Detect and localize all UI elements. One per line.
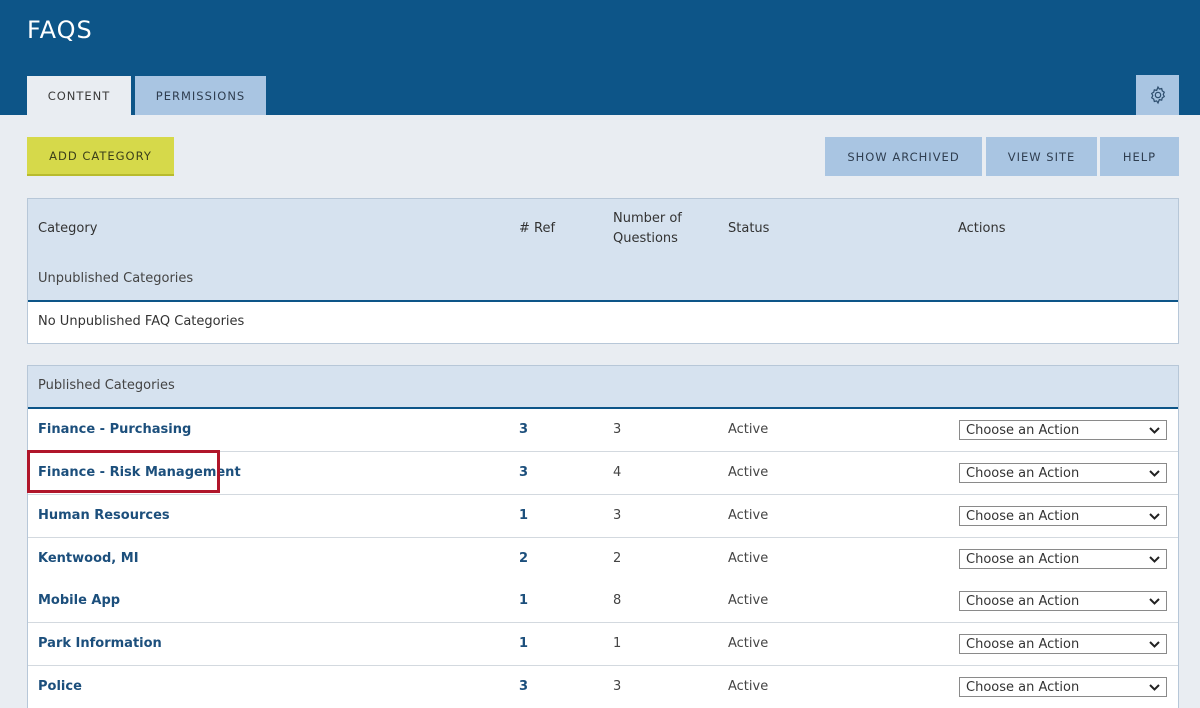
chevron-down-icon [1149, 641, 1160, 648]
chevron-down-icon [1149, 427, 1160, 434]
action-select[interactable]: Choose an Action [959, 677, 1167, 697]
action-select[interactable]: Choose an Action [959, 420, 1167, 440]
tab-permissions[interactable]: PERMISSIONS [135, 76, 266, 115]
chevron-down-icon [1149, 556, 1160, 563]
tab-content[interactable]: CONTENT [27, 76, 131, 115]
status-text: Active [728, 679, 769, 694]
table-row: Kentwood, MI 2 2 Active Choose an Action [28, 538, 1178, 581]
chevron-down-icon [1149, 598, 1160, 605]
ref-link[interactable]: 1 [519, 592, 528, 610]
status-text: Active [728, 422, 769, 437]
app-header: FAQS CONTENT PERMISSIONS [0, 0, 1200, 115]
category-link[interactable]: Park Information [38, 635, 162, 653]
published-section-header: Published Categories [28, 366, 1178, 409]
page-title: FAQS [27, 16, 93, 44]
category-link[interactable]: Finance - Purchasing [38, 421, 191, 439]
ref-link[interactable]: 1 [519, 635, 528, 653]
highlight-box [27, 450, 220, 493]
question-count: 3 [613, 508, 622, 523]
table-row: Police 3 3 Active Choose an Action [28, 666, 1178, 708]
question-count: 3 [613, 422, 622, 437]
unpublished-section-label: Unpublished Categories [38, 271, 194, 286]
question-count: 2 [613, 551, 622, 566]
ref-link[interactable]: 3 [519, 421, 528, 439]
question-count: 4 [613, 465, 622, 480]
status-text: Active [728, 636, 769, 651]
table-row: Finance - Purchasing 3 3 Active Choose a… [28, 409, 1178, 452]
chevron-down-icon [1149, 470, 1160, 477]
action-select[interactable]: Choose an Action [959, 506, 1167, 526]
status-text: Active [728, 593, 769, 608]
unpublished-panel: Category # Ref Number of Questions Statu… [27, 198, 1179, 344]
column-actions: Actions [958, 221, 1006, 236]
category-link[interactable]: Mobile App [38, 592, 120, 610]
ref-link[interactable]: 3 [519, 464, 528, 482]
column-number-of-questions: Number of Questions [613, 211, 682, 246]
action-select[interactable]: Choose an Action [959, 549, 1167, 569]
published-panel: Published Categories Finance - Purchasin… [27, 365, 1179, 708]
ref-link[interactable]: 1 [519, 507, 528, 525]
question-count: 3 [613, 679, 622, 694]
help-button[interactable]: HELP [1100, 137, 1179, 176]
action-select[interactable]: Choose an Action [959, 591, 1167, 611]
ref-link[interactable]: 3 [519, 678, 528, 696]
empty-message: No Unpublished FAQ Categories [38, 314, 245, 329]
gear-icon [1150, 85, 1165, 105]
table-row: Mobile App 1 8 Active Choose an Action [28, 580, 1178, 623]
category-link[interactable]: Police [38, 678, 82, 696]
question-count: 1 [613, 636, 622, 651]
category-link[interactable]: Kentwood, MI [38, 550, 139, 568]
chevron-down-icon [1149, 684, 1160, 691]
settings-button[interactable] [1136, 75, 1179, 115]
chevron-down-icon [1149, 513, 1160, 520]
add-category-button[interactable]: ADD CATEGORY [27, 137, 174, 176]
status-text: Active [728, 465, 769, 480]
column-status: Status [728, 221, 770, 236]
column-category: Category [38, 221, 98, 236]
table-row: Human Resources 1 3 Active Choose an Act… [28, 495, 1178, 538]
table-header: Category # Ref Number of Questions Statu… [28, 199, 1178, 302]
status-text: Active [728, 551, 769, 566]
action-select[interactable]: Choose an Action [959, 463, 1167, 483]
published-section-label: Published Categories [38, 378, 175, 393]
view-site-button[interactable]: VIEW SITE [986, 137, 1097, 176]
category-link[interactable]: Human Resources [38, 507, 170, 525]
action-select[interactable]: Choose an Action [959, 634, 1167, 654]
status-text: Active [728, 508, 769, 523]
show-archived-button[interactable]: SHOW ARCHIVED [825, 137, 982, 176]
table-row: Park Information 1 1 Active Choose an Ac… [28, 623, 1178, 666]
ref-link[interactable]: 2 [519, 550, 528, 568]
question-count: 8 [613, 593, 622, 608]
column-ref: # Ref [519, 221, 556, 236]
